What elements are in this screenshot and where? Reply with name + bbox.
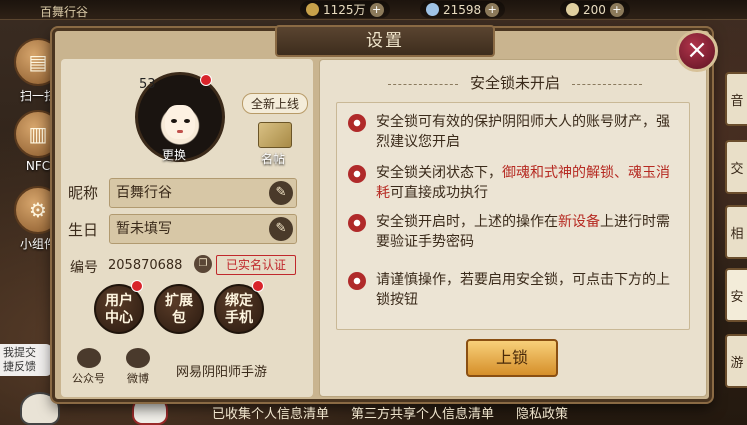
edge-tab-game[interactable]: 游: [725, 334, 747, 388]
birthday-field: 暂未填写 ✎: [109, 214, 297, 244]
bullet-text: 请谨慎操作，若要启用安全锁，可点击下方的上锁按钮: [376, 270, 678, 310]
security-bullet: 安全锁开启时，上述的操作在新设备上进行时需要验证手势密码: [348, 212, 678, 252]
stamina-icon: [566, 3, 579, 16]
dialog-title: 设置: [275, 25, 495, 57]
gold-coin-icon: [306, 3, 319, 16]
copy-id-icon[interactable]: ❐: [194, 255, 212, 273]
tomoe-bullet-icon: [348, 272, 366, 290]
weibo-icon: [126, 348, 150, 368]
avatar-eye: [171, 119, 177, 123]
edge-tab-security[interactable]: 安: [725, 268, 747, 322]
notification-dot: [252, 280, 264, 292]
social-label: 公众号: [72, 372, 105, 385]
bullet-text: 安全锁开启时，上述的操作在新设备上进行时需要验证手势密码: [376, 212, 678, 252]
add-gold-button[interactable]: +: [369, 2, 384, 17]
feedback-bubble[interactable]: 我提交 捷反馈: [0, 344, 52, 376]
new-online-badge: 全新上线: [242, 93, 309, 114]
bullet-text-part: 请谨慎操作，若要启用安全锁，可点击下方的上锁按钮: [376, 272, 670, 308]
security-title-text: 安全锁未开启: [469, 74, 560, 92]
nickname-label: 昵称: [68, 184, 99, 202]
bullet-text-part: 安全锁可有效的保护阴阳师大人的账号财产，强烈建议您开启: [376, 114, 670, 150]
bullet-text-part: 可直接成功执行: [390, 185, 488, 201]
tomoe-bullet-icon: [348, 114, 366, 132]
brand-label: 网易阴阳师手游: [176, 365, 268, 380]
close-button[interactable]: ×: [676, 30, 718, 72]
edge-tab-social[interactable]: 交: [725, 140, 747, 194]
edit-birthday-icon[interactable]: ✎: [269, 217, 293, 241]
nickname-field: 百舞行谷 ✎: [109, 178, 297, 208]
birthday-value: 暂未填写: [116, 221, 172, 237]
notification-dot: [200, 74, 212, 86]
jade-icon: [426, 3, 439, 16]
lock-button[interactable]: 上锁: [466, 339, 558, 377]
gold-value: 1125万: [323, 3, 366, 17]
avatar-mouth: [177, 130, 183, 133]
birthday-label: 生日: [68, 221, 99, 239]
guild-name: 百舞行谷: [40, 5, 89, 19]
stamina-value: 200: [583, 2, 606, 17]
security-bullet: 请谨慎操作，若要启用安全锁，可点击下方的上锁按钮: [348, 270, 678, 310]
top-resource-bar: 百舞行谷 1125万 + 21598 + 200 +: [0, 0, 747, 20]
edge-tab-sound[interactable]: 音: [725, 72, 747, 126]
button-label: 用户: [105, 293, 133, 309]
privacy-policy-link[interactable]: 隐私政策: [516, 403, 568, 425]
bullet-text: 安全锁关闭状态下，御魂和式神的解锁、魂玉消耗可直接成功执行: [376, 163, 678, 203]
jade-value: 21598: [443, 2, 482, 17]
avatar-face: [165, 105, 195, 139]
id-value: 205870688: [108, 258, 183, 273]
bullet-text-part: 安全锁开启时，上述的操作在: [376, 214, 558, 230]
name-card-icon[interactable]: [258, 122, 292, 148]
jade-counter: 21598 +: [420, 1, 506, 18]
weibo-button[interactable]: 微博: [126, 348, 150, 386]
divider: [572, 83, 642, 85]
id-label: 编号: [70, 260, 98, 276]
wechat-icon: [76, 348, 101, 368]
button-label: 中心: [105, 310, 133, 326]
add-stamina-button[interactable]: +: [609, 2, 624, 17]
button-label: 绑定: [225, 293, 253, 309]
change-avatar-button[interactable]: 更换: [162, 146, 186, 163]
bullet-text: 安全锁可有效的保护阴阳师大人的账号财产，强烈建议您开启: [376, 112, 678, 152]
button-label: 扩展: [165, 293, 193, 309]
stamina-counter: 200 +: [560, 1, 630, 18]
divider: [387, 83, 458, 85]
tomoe-bullet-icon: [348, 214, 366, 232]
bullet-text-part: 安全锁关闭状态下，: [376, 165, 502, 181]
gold-counter: 1125万 +: [300, 1, 390, 18]
button-label: 手机: [225, 310, 253, 326]
security-bullet: 安全锁关闭状态下，御魂和式神的解锁、魂玉消耗可直接成功执行: [348, 163, 678, 203]
button-label: 包: [172, 310, 186, 326]
security-title: 安全锁未开启: [320, 72, 710, 93]
edit-nickname-icon[interactable]: ✎: [269, 181, 293, 205]
name-card-label[interactable]: 名帖: [261, 150, 285, 167]
expansion-pack-button[interactable]: 扩展 包: [154, 284, 204, 334]
verified-badge: 已实名认证: [216, 255, 296, 275]
edge-tab-related[interactable]: 相: [725, 205, 747, 259]
player-level: 53: [139, 77, 156, 92]
social-label: 微博: [127, 372, 149, 385]
third-party-info-link[interactable]: 第三方共享个人信息清单: [351, 403, 494, 425]
collected-info-link[interactable]: 已收集个人信息清单: [212, 403, 329, 425]
avatar-eye: [184, 119, 190, 123]
tomoe-bullet-icon: [348, 165, 366, 183]
notification-dot: [131, 280, 143, 292]
add-jade-button[interactable]: +: [485, 2, 500, 17]
wechat-official-button[interactable]: 公众号: [72, 348, 105, 386]
nickname-value: 百舞行谷: [116, 185, 172, 201]
security-bullet: 安全锁可有效的保护阴阳师大人的账号财产，强烈建议您开启: [348, 112, 678, 152]
bullet-highlight: 新设备: [558, 214, 600, 230]
footer-links: 已收集个人信息清单 第三方共享个人信息清单 隐私政策: [140, 403, 640, 425]
